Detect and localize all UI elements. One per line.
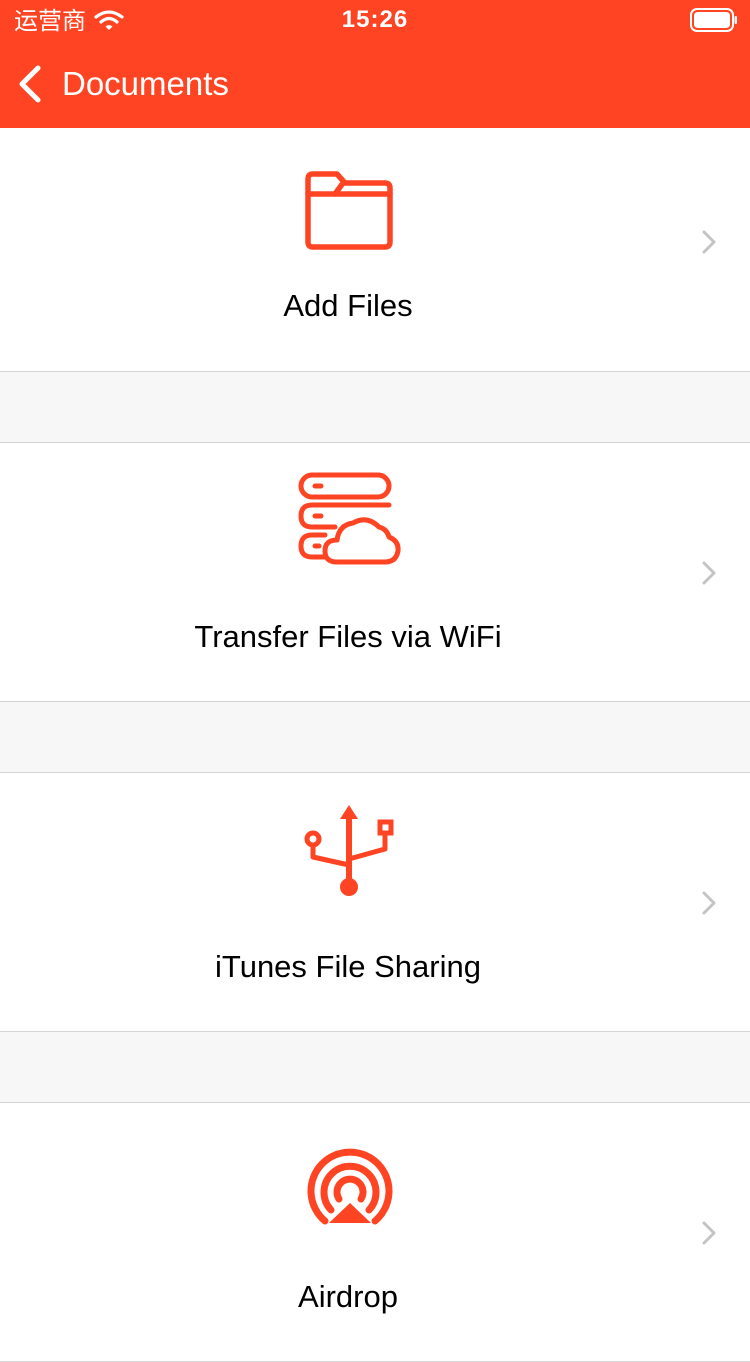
folder-icon [305,171,393,250]
list-item-itunes-file-sharing[interactable]: iTunes File Sharing [0,773,750,1032]
status-bar: 运营商 15:26 [0,0,750,40]
airdrop-icon [307,1148,393,1225]
section-separator [0,372,750,443]
back-button[interactable]: Documents [14,58,229,110]
list-item-airdrop[interactable]: Airdrop [0,1103,750,1362]
navigation-bar: Documents [0,40,750,128]
back-button-label: Documents [62,65,229,102]
list-item-label: Transfer Files via WiFi [194,619,502,654]
usb-icon [304,805,394,896]
chevron-right-icon [702,230,716,254]
server-cloud-icon [298,472,401,565]
options-list: Add Files Transfer Files via WiFi iTunes… [0,128,750,1362]
chevron-left-icon [19,65,41,103]
list-item-label: iTunes File Sharing [215,949,481,984]
section-separator [0,702,750,773]
app-header: 运营商 15:26 Documents [0,0,750,128]
chevron-right-icon [702,561,716,585]
section-separator [0,1032,750,1103]
list-item-transfer-files-wifi[interactable]: Transfer Files via WiFi [0,443,750,702]
chevron-right-icon [702,891,716,915]
status-time: 15:26 [341,6,409,33]
chevron-right-icon [702,1221,716,1245]
list-item-label: Airdrop [298,1279,398,1314]
list-item-label: Add Files [283,288,413,323]
battery-full-icon [690,8,737,32]
list-item-add-files[interactable]: Add Files [0,128,750,372]
